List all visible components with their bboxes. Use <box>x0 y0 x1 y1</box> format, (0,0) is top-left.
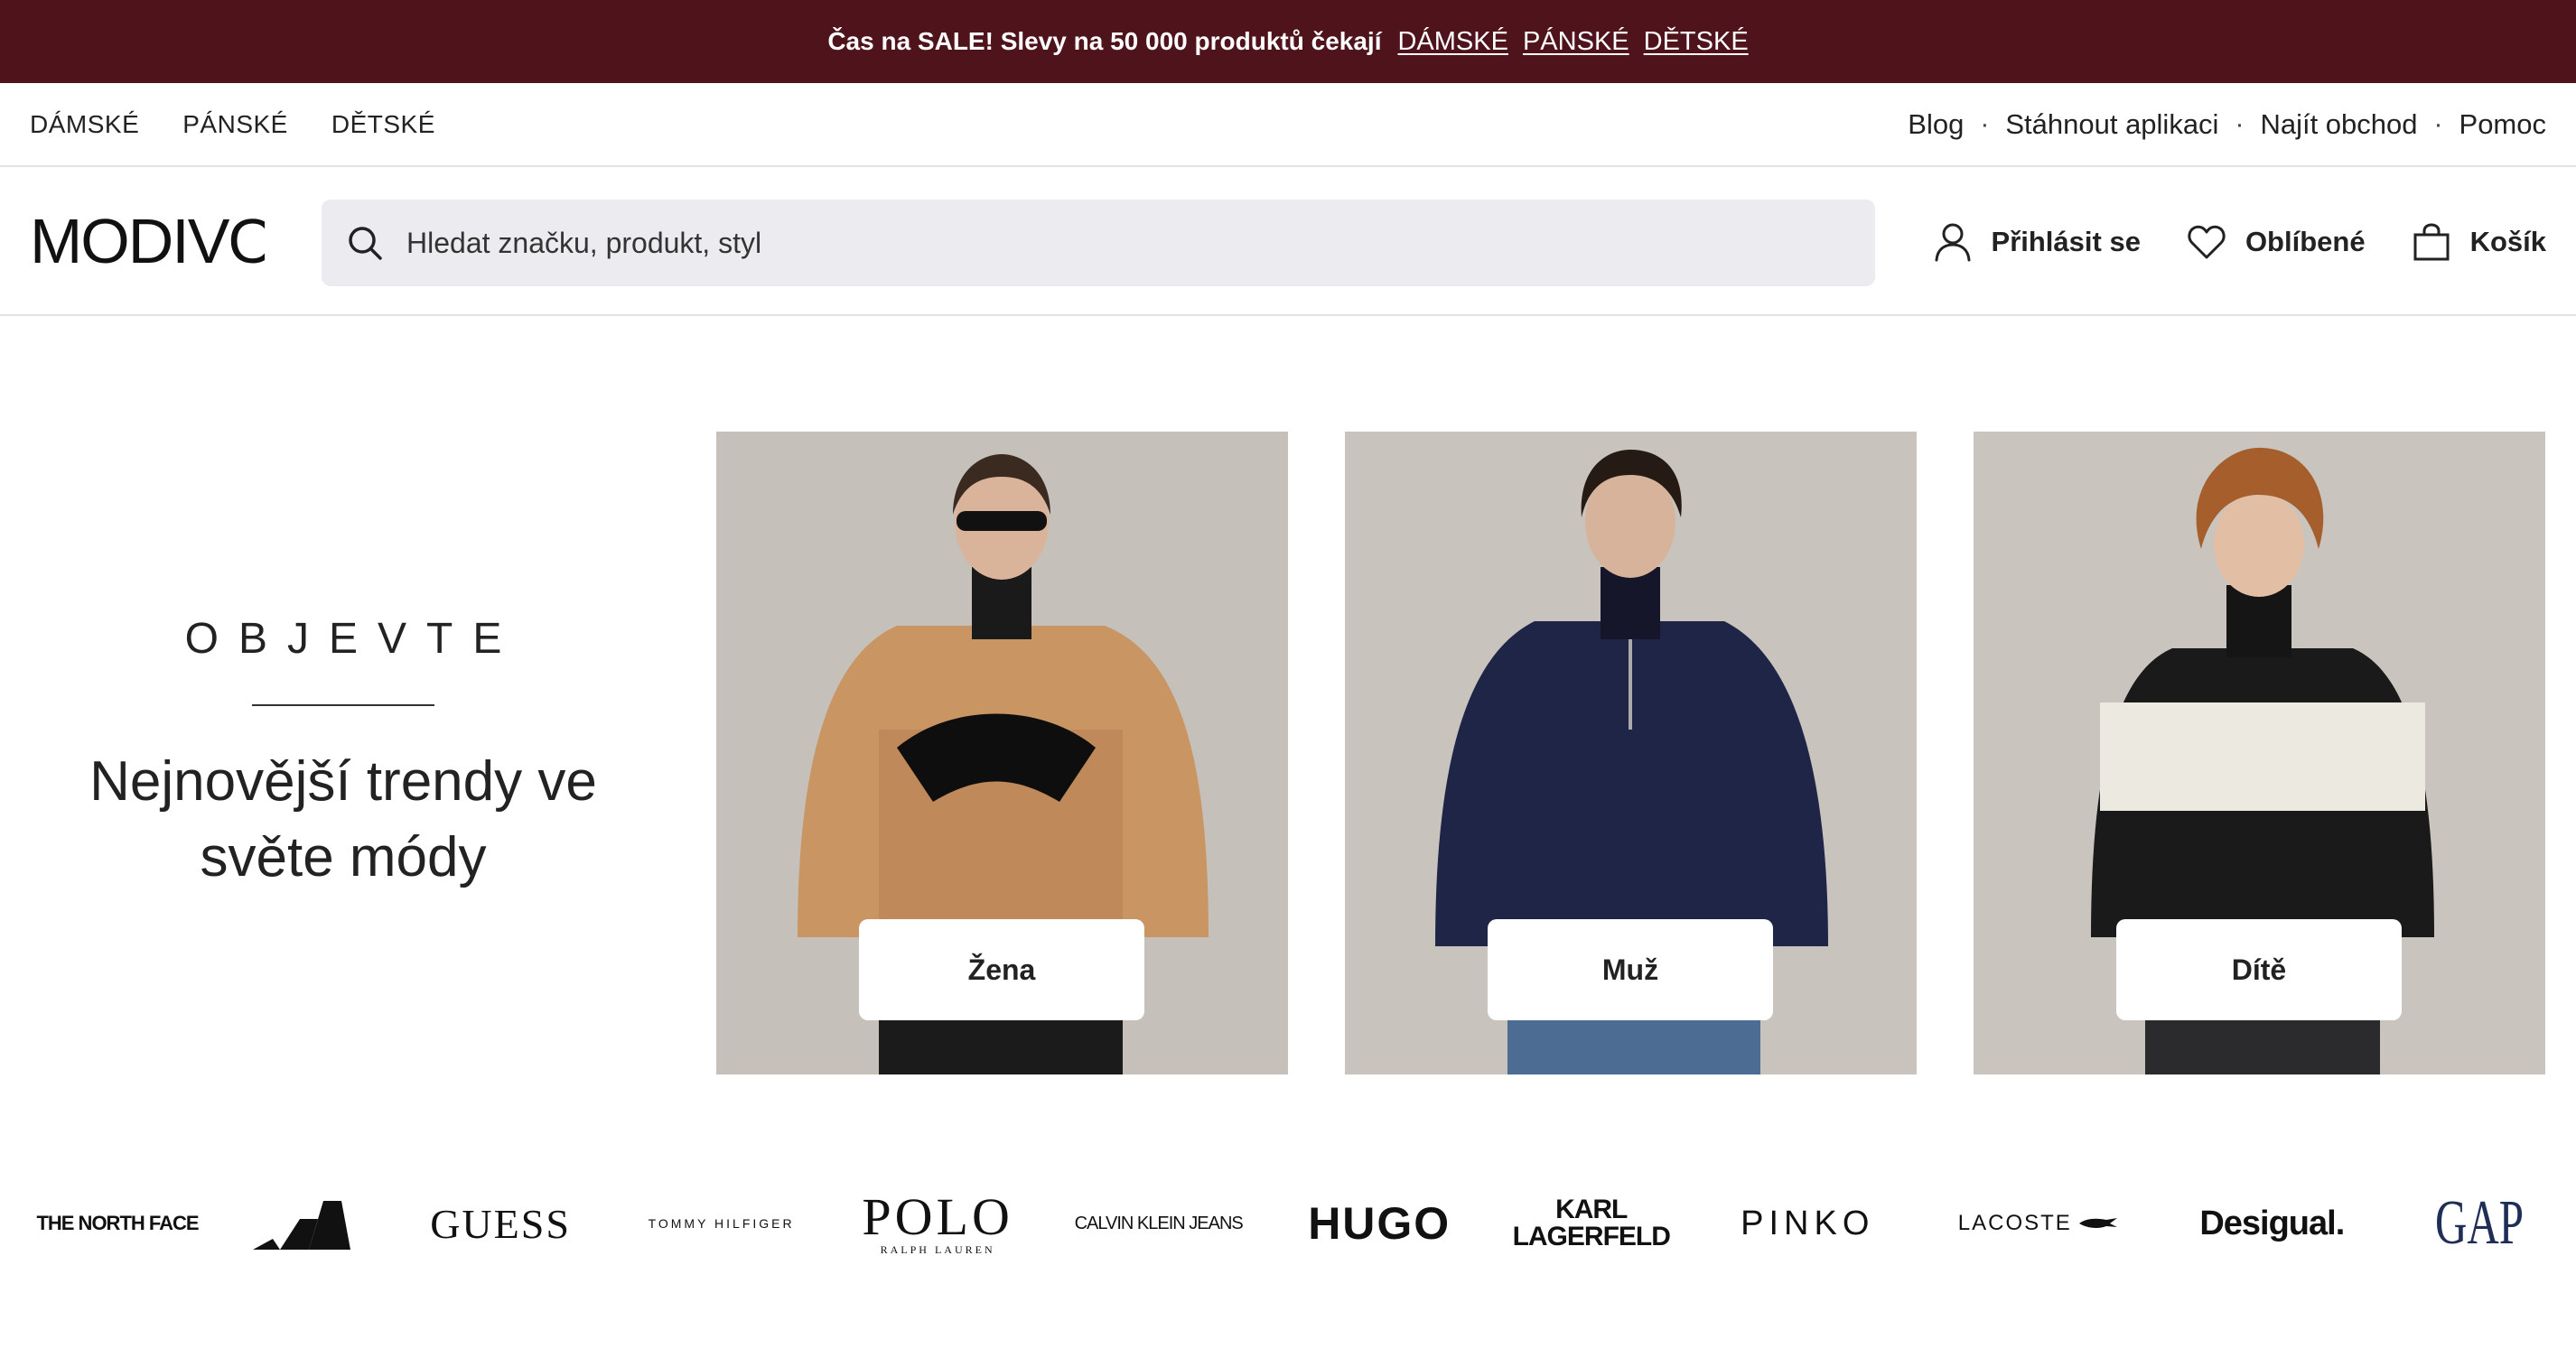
nav-men[interactable]: PÁNSKÉ <box>182 110 288 139</box>
nav-download-app[interactable]: Stáhnout aplikaci <box>2005 108 2218 141</box>
promo-banner: Čas na SALE! Slevy na 50 000 produktů če… <box>0 0 2576 83</box>
brand-tommy-hilfiger[interactable]: TOMMY HILFIGER <box>645 1216 798 1231</box>
brand-polo-ralph-lauren[interactable]: POLO RALPH LAUREN <box>862 1186 1013 1257</box>
shopping-bag-icon <box>2413 222 2450 260</box>
brand-the-north-face[interactable]: THE NORTH FACE <box>36 1198 199 1249</box>
nav-find-store[interactable]: Najít obchod <box>2260 108 2417 141</box>
category-button-men[interactable]: Muž <box>1488 919 1773 1020</box>
brand-ralph-lauren-text: RALPH LAUREN <box>880 1242 995 1256</box>
crocodile-icon <box>2078 1218 2117 1228</box>
modivo-logo[interactable]: MODIVO <box>30 205 265 277</box>
nav-help[interactable]: Pomoc <box>2459 108 2546 141</box>
category-card-men[interactable]: Muž <box>1345 432 1917 1074</box>
promo-link-women[interactable]: DÁMSKÉ <box>1397 27 1507 57</box>
category-nav: DÁMSKÉ PÁNSKÉ DĚTSKÉ <box>30 110 435 139</box>
favorites-label: Oblíbené <box>2245 225 2366 257</box>
category-button-women[interactable]: Žena <box>859 919 1144 1020</box>
brand-karl-lagerfeld[interactable]: KARL LAGERFELD <box>1513 1196 1671 1251</box>
nav-separator: · <box>2235 108 2245 139</box>
user-icon <box>1935 223 1971 261</box>
nav-blog[interactable]: Blog <box>1908 108 1964 141</box>
category-card-kids[interactable]: Dítě <box>1974 432 2545 1074</box>
brand-guess[interactable]: GUESS <box>424 1200 577 1248</box>
cart-label: Košík <box>2469 225 2546 257</box>
brand-calvin-klein-jeans[interactable]: CALVIN KLEIN JEANS <box>1075 1214 1244 1234</box>
search-bar[interactable] <box>322 200 1875 286</box>
hero-headline: Nejnovější trendy ve světe módy <box>54 744 632 896</box>
hero-divider <box>252 704 434 706</box>
logo-text: MODIVO <box>30 206 265 276</box>
header-actions: Přihlásit se Oblíbené Košík <box>1934 167 2546 316</box>
adidas-stripes-icon <box>252 1201 350 1250</box>
nav-kids[interactable]: DĚTSKÉ <box>331 110 435 139</box>
favorites-button[interactable]: Oblíbené <box>2188 224 2366 260</box>
promo-link-men[interactable]: PÁNSKÉ <box>1523 27 1629 57</box>
brand-lacoste-text: LACOSTE <box>1957 1211 2072 1235</box>
hero-headline-line1: Nejnovější trendy ve <box>89 750 597 813</box>
cart-button[interactable]: Košík <box>2413 222 2546 261</box>
promo-message: Čas na SALE! Slevy na 50 000 produktů če… <box>827 27 1382 55</box>
category-button-kids[interactable]: Dítě <box>2116 919 2402 1020</box>
brand-polo-text: POLO <box>862 1186 1013 1246</box>
nav-separator: · <box>1980 108 1990 139</box>
nav-separator: · <box>2433 108 2443 139</box>
brand-name: THE NORTH FACE <box>36 1212 199 1234</box>
brand-gap[interactable]: GAP <box>2435 1187 2524 1260</box>
search-icon <box>345 223 385 263</box>
brand-strip: THE NORTH FACE GUESS TOMMY HILFIGER POLO… <box>27 1165 2556 1282</box>
top-navigation: DÁMSKÉ PÁNSKÉ DĚTSKÉ Blog · Stáhnout apl… <box>0 83 2576 167</box>
brand-hugo[interactable]: HUGO <box>1307 1197 1451 1250</box>
login-label: Přihlásit se <box>1991 225 2141 257</box>
search-input[interactable] <box>406 226 1761 260</box>
brand-desigual[interactable]: Desigual. <box>2190 1205 2353 1243</box>
promo-link-kids[interactable]: DĚTSKÉ <box>1644 27 1749 57</box>
hero-kicker: OBJEVTE <box>184 615 522 663</box>
brand-pinko[interactable]: PINKO <box>1731 1205 1884 1243</box>
heart-icon <box>2188 225 2226 258</box>
site-header: MODIVO Přihlásit se Oblíbené Košík <box>0 167 2576 316</box>
nav-women[interactable]: DÁMSKÉ <box>30 110 139 139</box>
brand-lacoste[interactable]: LACOSTE <box>1952 1211 2123 1236</box>
category-card-women[interactable]: Žena <box>716 432 1288 1074</box>
hero-headline-line2: světe módy <box>200 826 487 888</box>
hero-intro: OBJEVTE Nejnovější trendy ve světe módy <box>54 614 632 896</box>
login-button[interactable]: Přihlásit se <box>1934 222 2141 262</box>
utility-nav: Blog · Stáhnout aplikaci · Najít obchod … <box>1908 108 2546 141</box>
brand-adidas[interactable] <box>248 1192 357 1255</box>
